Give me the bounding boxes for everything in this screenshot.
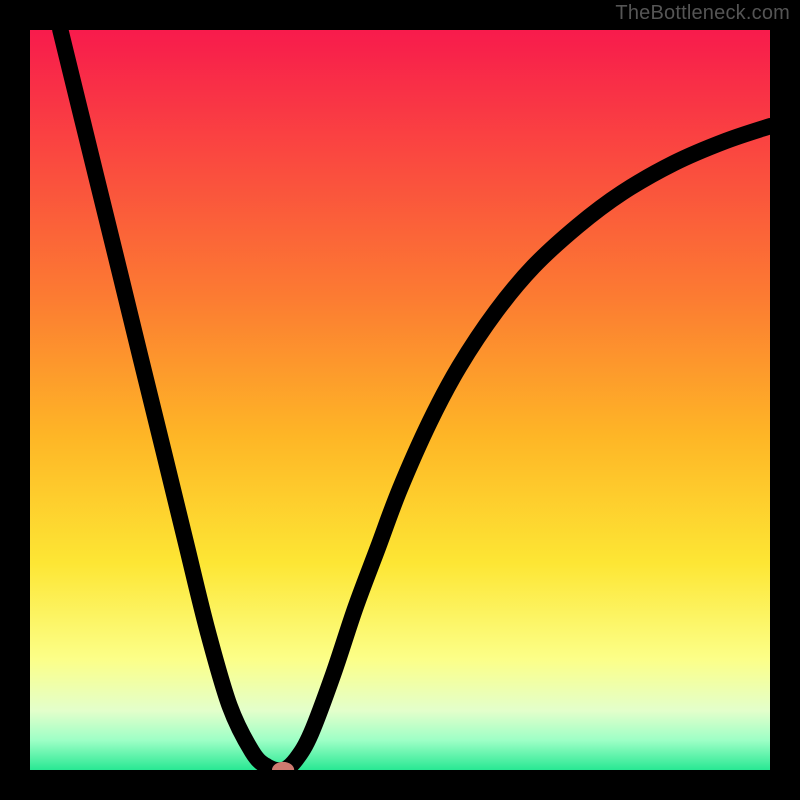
chart-frame: TheBottleneck.com [0,0,800,800]
plot-area [30,30,770,770]
watermark-label: TheBottleneck.com [615,2,790,25]
chart-svg [30,30,770,770]
chart-background [30,30,770,770]
